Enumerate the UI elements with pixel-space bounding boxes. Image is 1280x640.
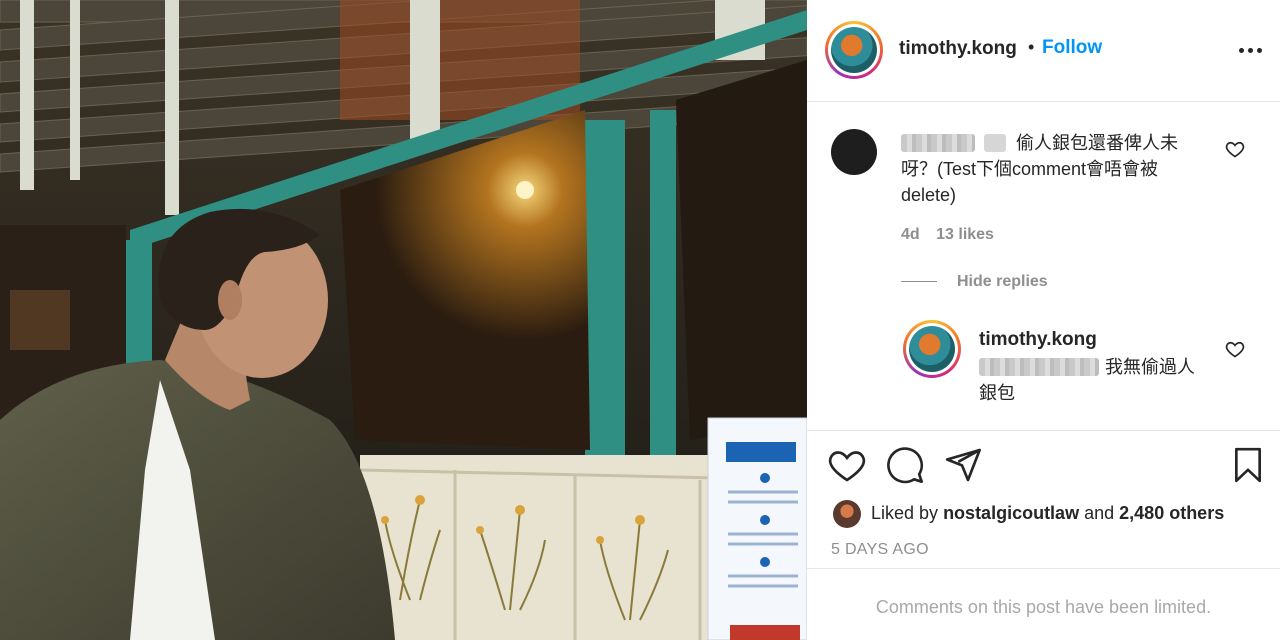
post-actions-bar: Liked by nostalgicoutlaw and 2,480 other…: [807, 430, 1280, 570]
liker-avatar[interactable]: [833, 500, 861, 528]
replies-divider-line: [901, 281, 937, 283]
follow-button[interactable]: Follow: [1042, 37, 1102, 59]
header-separator: •: [1028, 37, 1035, 57]
liked-by-prefix: Liked by: [871, 503, 939, 523]
reply-username[interactable]: timothy.kong: [979, 329, 1097, 351]
comment-meta: 4d 13 likes: [901, 226, 1006, 244]
author-username[interactable]: timothy.kong: [899, 38, 1017, 60]
post-header: timothy.kong • Follow: [807, 0, 1280, 102]
comments-limited-notice: Comments on this post have been limited.: [807, 568, 1280, 640]
author-avatar[interactable]: [825, 21, 883, 79]
comment-icon[interactable]: [885, 445, 925, 485]
blurred-commenter-name: [901, 134, 975, 152]
post-timestamp[interactable]: 5 DAYS AGO: [831, 541, 929, 559]
commenter-avatar[interactable]: [831, 129, 877, 175]
hide-replies-button[interactable]: Hide replies: [901, 273, 1048, 291]
reply-author-avatar[interactable]: [903, 320, 961, 378]
comment-like-heart-icon[interactable]: [1225, 139, 1245, 159]
hide-replies-label: Hide replies: [957, 273, 1048, 290]
liked-by-others[interactable]: 2,480 others: [1119, 503, 1224, 523]
post-photo[interactable]: [0, 0, 807, 640]
comment-body: 偷人銀包還番俾人未呀？(Test下個comment會唔會被delete): [901, 130, 1201, 208]
comment-like-count[interactable]: 13 likes: [936, 226, 994, 243]
liked-by-joiner: and: [1084, 503, 1115, 523]
send-icon[interactable]: [943, 445, 983, 485]
more-options-icon[interactable]: [1239, 40, 1263, 60]
blurred-mention: [979, 358, 1099, 376]
bookmark-icon[interactable]: [1228, 445, 1268, 485]
reply-like-heart-icon[interactable]: [1225, 339, 1245, 359]
liked-by-user[interactable]: nostalgicoutlaw: [943, 503, 1079, 523]
blurred-name-fragment: [984, 134, 1007, 152]
reply-body: 我無偷過人銀包: [979, 354, 1199, 406]
liked-by-text: Liked by nostalgicoutlaw and 2,480 other…: [871, 503, 1224, 524]
post-photo-illustration: [0, 0, 807, 640]
post-side-panel: timothy.kong • Follow 偷人銀包還番俾人未呀？(Test下個…: [807, 0, 1280, 640]
comment-age: 4d: [901, 226, 920, 243]
heart-icon[interactable]: [827, 445, 867, 485]
